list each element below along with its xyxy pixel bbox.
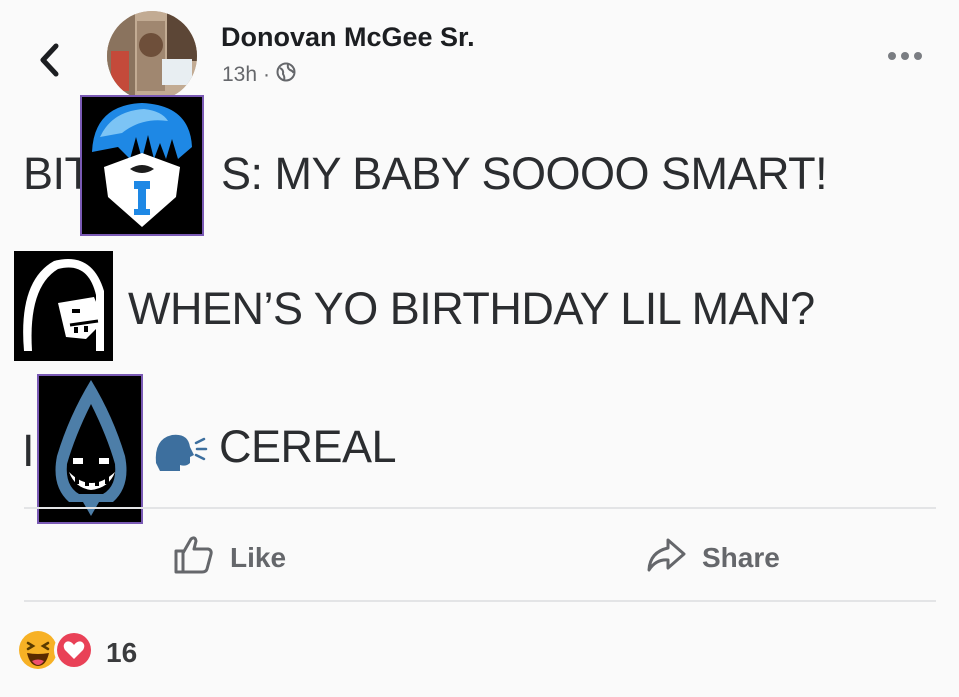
more-options-icon[interactable]	[888, 52, 922, 60]
post-time[interactable]: 13h	[222, 63, 257, 87]
post-meta: 13h ·	[222, 62, 296, 88]
author-name[interactable]: Donovan McGee Sr.	[221, 22, 475, 53]
love-reaction-icon	[52, 628, 96, 677]
post-text-line1-end: S: MY BABY SOOOO SMART!	[221, 148, 828, 199]
share-arrow-icon	[644, 532, 688, 583]
share-label: Share	[702, 541, 780, 573]
meta-separator: ·	[263, 63, 271, 86]
divider	[24, 600, 936, 602]
dark-haired-character-sticker	[14, 251, 113, 361]
reaction-summary[interactable]: 16	[16, 628, 137, 677]
speaking-head-icon	[150, 425, 208, 475]
reaction-count: 16	[106, 636, 138, 668]
divider	[24, 507, 936, 509]
share-button[interactable]: Share	[644, 532, 780, 583]
avatar[interactable]	[107, 11, 197, 101]
post-text-line2: WHEN’S YO BIRTHDAY LIL MAN?	[128, 283, 815, 334]
globe-icon	[276, 62, 296, 88]
like-label: Like	[230, 541, 287, 573]
blue-character-sticker	[80, 95, 204, 236]
hooded-character-sticker	[37, 374, 143, 524]
post-text-line3-start: I	[22, 425, 35, 476]
thumbs-up-icon	[172, 532, 216, 583]
post-text-line3-end: CEREAL	[219, 421, 397, 472]
like-button[interactable]: Like	[172, 532, 286, 583]
back-arrow-icon[interactable]	[34, 40, 68, 80]
